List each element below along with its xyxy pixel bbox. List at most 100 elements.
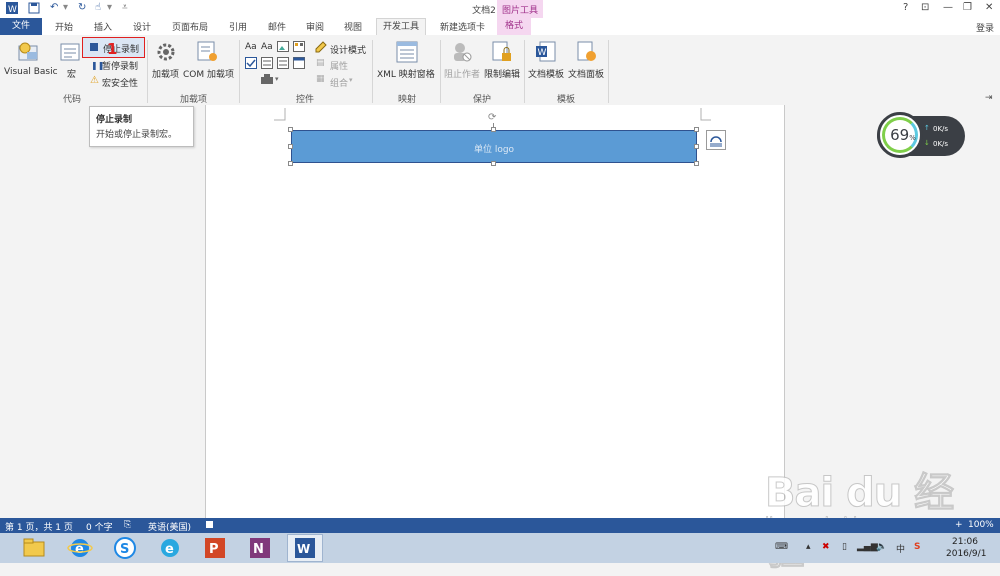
plain-text-control-icon[interactable]: Aa — [261, 42, 273, 52]
design-mode-button[interactable]: 设计模式 — [330, 43, 366, 56]
download-arrow-icon: ↓ — [924, 139, 930, 147]
step-number-marker: 1 — [107, 40, 118, 58]
clock-date[interactable]: 2016/9/1 — [946, 549, 986, 559]
layout-options-button[interactable] — [706, 130, 726, 150]
group-divider — [440, 40, 441, 103]
tray-expand-icon[interactable]: ▴ — [806, 542, 811, 552]
rotate-handle-icon[interactable]: ⟳ — [488, 112, 496, 123]
addins-button[interactable]: 加载项 — [152, 67, 179, 80]
tab-format[interactable]: 格式 — [497, 18, 532, 35]
tab-new-tab[interactable]: 新建选项卡 — [440, 20, 485, 33]
zoom-in-icon[interactable]: + — [955, 520, 963, 530]
design-mode-icon — [315, 41, 327, 56]
file-explorer-app[interactable] — [16, 534, 52, 562]
minimize-icon[interactable]: — — [943, 2, 953, 13]
pin-ribbon-icon[interactable]: ⇥ — [985, 93, 993, 103]
close-icon[interactable]: ✕ — [985, 2, 993, 13]
dropdown-list-control-icon[interactable] — [277, 57, 289, 72]
resize-handle-n[interactable] — [491, 127, 496, 132]
macro-recording-icon[interactable] — [206, 521, 213, 528]
properties-icon: ▤ — [316, 58, 325, 68]
zoom-level[interactable]: 100% — [968, 520, 994, 530]
sogou-browser-app[interactable]: S — [107, 534, 143, 562]
ie-app-2[interactable]: e — [152, 534, 188, 562]
picture-control-icon[interactable] — [277, 41, 289, 55]
ime-icon[interactable]: 中 — [896, 542, 905, 555]
group-label-templates: 模板 — [557, 95, 576, 105]
resize-handle-w[interactable] — [288, 144, 293, 149]
proofing-icon[interactable]: ⎘ — [124, 520, 131, 530]
resize-handle-ne[interactable] — [694, 127, 699, 132]
properties-button[interactable]: 属性 — [330, 59, 348, 72]
network-icon[interactable]: ▂▄▆ — [857, 542, 878, 552]
word-count[interactable]: 0 个字 — [86, 520, 113, 533]
ribbon-tabs: 文件 开始 插入 设计 页面布局 引用 邮件 审阅 视图 开发工具 新建选项卡 … — [0, 18, 1000, 36]
sogou-ime-icon[interactable]: S — [914, 542, 920, 552]
building-block-control-icon[interactable] — [293, 41, 305, 55]
internet-explorer-app[interactable]: e — [62, 534, 98, 562]
svg-text:N: N — [253, 542, 264, 557]
sogou-icon: S — [114, 537, 136, 559]
xml-mapping-pane-button[interactable]: XML 映射窗格 — [377, 67, 435, 80]
group-icon: ▦ — [316, 74, 325, 84]
word-app[interactable]: W — [287, 534, 323, 562]
tab-file[interactable]: 文件 — [0, 18, 42, 35]
tab-home[interactable]: 开始 — [55, 20, 73, 33]
resize-handle-s[interactable] — [491, 161, 496, 166]
battery-icon[interactable]: ▯ — [842, 542, 847, 552]
legacy-tools-icon[interactable] — [261, 74, 275, 88]
tab-view[interactable]: 视图 — [344, 20, 362, 33]
warning-icon: ⚠ — [90, 75, 99, 86]
macro-button[interactable]: 宏 — [67, 67, 76, 80]
addins-gear-icon — [155, 41, 177, 66]
clock-time[interactable]: 21:06 — [952, 537, 978, 547]
legacy-tools-dropdown-icon[interactable]: ▾ — [275, 75, 279, 83]
security-tray-icon[interactable]: ✖ — [822, 542, 830, 552]
macro-security-button[interactable]: 宏安全性 — [102, 76, 138, 89]
onenote-app[interactable]: N — [242, 534, 278, 562]
group-divider — [147, 40, 148, 103]
resize-handle-se[interactable] — [694, 161, 699, 166]
powerpoint-app[interactable]: P — [197, 534, 233, 562]
block-authors-button[interactable]: 阻止作者 — [444, 67, 480, 80]
document-template-icon: W — [535, 41, 557, 66]
resize-handle-sw[interactable] — [288, 161, 293, 166]
tab-references[interactable]: 引用 — [229, 20, 247, 33]
resize-handle-e[interactable] — [694, 144, 699, 149]
network-speed-widget[interactable]: 69% ↑ 0K/s ↓ 0K/s — [877, 112, 965, 158]
combo-box-control-icon[interactable] — [261, 57, 273, 72]
powerpoint-icon: P — [205, 538, 225, 558]
volume-icon[interactable]: 🔈 — [876, 542, 887, 552]
logo-placeholder-shape[interactable]: 单位 logo — [291, 130, 697, 163]
keyboard-icon[interactable]: ⌨ — [775, 542, 788, 552]
visual-basic-button[interactable]: Visual Basic — [4, 67, 58, 77]
restrict-editing-button[interactable]: 限制编辑 — [484, 67, 520, 80]
tab-mailings[interactable]: 邮件 — [268, 20, 286, 33]
help-icon[interactable]: ? — [903, 2, 908, 13]
rich-text-control-icon[interactable]: Aa — [245, 42, 257, 52]
tab-layout[interactable]: 页面布局 — [172, 20, 208, 33]
tab-design[interactable]: 设计 — [133, 20, 151, 33]
com-addins-button[interactable]: COM 加载项 — [183, 67, 234, 80]
macro-icon — [60, 42, 82, 67]
date-picker-control-icon[interactable] — [293, 57, 305, 72]
page-count[interactable]: 第 1 页，共 1 页 — [5, 520, 73, 533]
pause-recording-button[interactable]: 暂停录制 — [102, 59, 138, 72]
login-link[interactable]: 登录 — [976, 21, 994, 34]
tab-insert[interactable]: 插入 — [94, 20, 112, 33]
restore-icon[interactable]: ❐ — [963, 2, 972, 13]
group-dropdown-icon[interactable]: ▾ — [349, 76, 353, 84]
com-addins-icon — [197, 41, 219, 66]
checkbox-control-icon[interactable] — [245, 57, 257, 72]
tab-review[interactable]: 审阅 — [306, 20, 324, 33]
resize-handle-nw[interactable] — [288, 127, 293, 132]
document-template-button[interactable]: 文档模板 — [528, 67, 564, 80]
document-page[interactable] — [205, 105, 785, 518]
tab-developer[interactable]: 开发工具 — [376, 18, 427, 36]
group-label-mapping: 映射 — [398, 95, 417, 105]
ribbon-display-icon[interactable]: ⊡ — [921, 2, 929, 13]
document-panel-button[interactable]: 文档面板 — [568, 67, 604, 80]
block-authors-icon — [451, 41, 473, 66]
language-indicator[interactable]: 英语(美国) — [148, 520, 191, 533]
group-button[interactable]: 组合 — [330, 76, 348, 89]
